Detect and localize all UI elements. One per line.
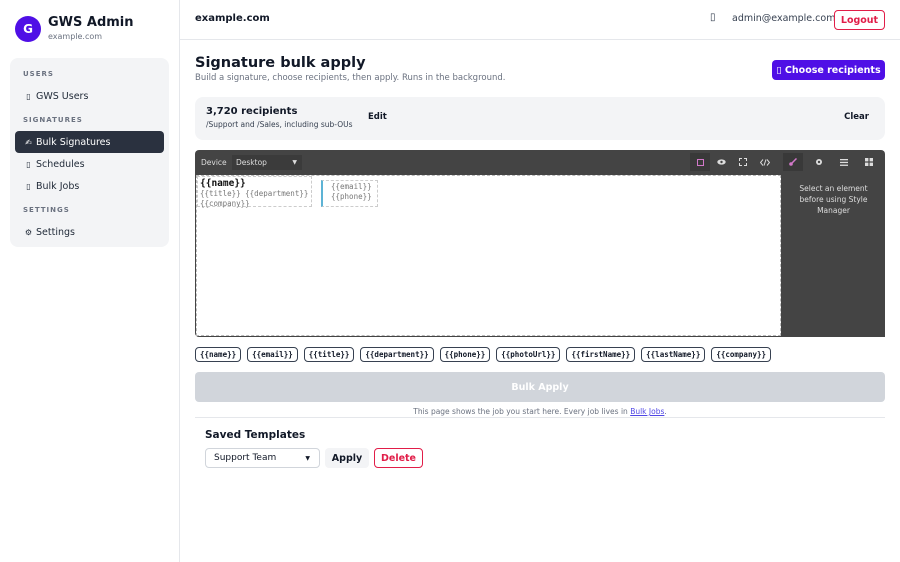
clear-recipients-button[interactable]: Clear [844,112,869,122]
choose-recipients-button[interactable]: ▯ Choose recipients [772,60,885,80]
sidebar-item-label: Settings [36,226,75,238]
divider [195,417,885,418]
signature-icon: ✍ [25,137,32,147]
signature-editor: Device Desktop ▼ {{name}} {{title}} {{de… [195,150,885,337]
bulk-jobs-link[interactable]: Bulk Jobs [630,407,664,416]
sidebar-item-settings[interactable]: ⚙ Settings [15,221,164,243]
brand-title: GWS Admin [48,15,134,30]
top-bar: example.com ▯ admin@example.com Logout [180,0,900,40]
user-email: admin@example.com [732,13,836,24]
brand-subtitle: example.com [48,32,103,41]
sidebar-item-label: Schedules [36,158,85,170]
sidebar-item-label: GWS Users [36,90,89,102]
page-subtitle: Build a signature, choose recipients, th… [195,73,506,83]
signature-left-cell[interactable]: {{name}} {{title}} {{department}} {{comp… [197,176,312,208]
editor-toolbar: Device Desktop ▼ [195,150,885,175]
fullscreen-icon[interactable] [733,153,753,171]
gear-icon: ⚙ [24,227,33,237]
style-manager-message: Select an element before using Style Man… [799,184,868,215]
layer-manager-icon[interactable] [834,153,854,171]
users-icon: ▯ [26,91,31,101]
signature-email: {{email}} [331,182,372,191]
bulk-apply-button[interactable]: Bulk Apply [195,372,885,402]
jobs-note-text: This page shows the job you start here. … [413,407,631,416]
nav-section-users: USERS [23,70,54,78]
signature-name: {{name}} [200,178,246,189]
recipient-scope: /Support and /Sales, including sub-OUs [206,120,353,129]
domain-label: example.com [195,13,270,24]
placeholder-chip[interactable]: {{photoUrl}} [496,347,561,362]
signature-right-cell[interactable]: {{email}} {{phone}} [321,180,378,207]
preview-eye-icon[interactable] [711,153,731,171]
placeholder-chip[interactable]: {{email}} [247,347,298,362]
brand: G GWS Admin example.com [15,15,134,43]
template-select[interactable]: Support Team ▼ [205,448,320,468]
recipient-count: 3,720 recipients [206,106,298,117]
nav-section-signatures: SIGNATURES [23,116,83,124]
notification-icon[interactable]: ▯ [710,12,716,23]
signature-phone: {{phone}} [331,192,372,201]
signature-title-department: {{title}} {{department}} [200,189,309,198]
placeholder-chip[interactable]: {{firstName}} [566,347,636,362]
sidebar-item-bulk-signatures[interactable]: ✍ Bulk Signatures [15,131,164,153]
apply-template-button[interactable]: Apply [325,448,369,468]
sidebar-item-label: Bulk Signatures [36,136,111,148]
recipients-card: 3,720 recipients /Support and /Sales, in… [195,97,885,140]
jobs-note-suffix: . [664,407,667,416]
calendar-icon: ▯ [26,159,31,169]
sidebar-nav: USERS ▯ GWS Users SIGNATURES ✍ Bulk Sign… [10,58,169,247]
placeholder-chip[interactable]: {{company}} [711,347,772,362]
placeholder-chip[interactable]: {{department}} [360,347,434,362]
sidebar-item-label: Bulk Jobs [36,180,80,192]
style-manager-panel: Select an element before using Style Man… [782,175,885,337]
page-title: Signature bulk apply [195,55,366,71]
device-value: Desktop [236,158,267,167]
editor-canvas[interactable]: {{name}} {{title}} {{department}} {{comp… [196,175,781,336]
sidebar: G GWS Admin example.com USERS ▯ GWS User… [0,0,180,562]
placeholder-chip[interactable]: {{lastName}} [641,347,706,362]
device-select[interactable]: Desktop ▼ [232,155,302,170]
code-icon[interactable] [755,153,775,171]
placeholder-chip[interactable]: {{title}} [303,347,355,362]
blocks-icon[interactable] [859,153,879,171]
jobs-note: This page shows the job you start here. … [195,407,885,416]
jobs-icon: ▯ [26,181,31,191]
avatar: G [15,16,41,42]
placeholder-chip[interactable]: {{name}} [195,347,242,362]
sidebar-item-bulk-jobs[interactable]: ▯ Bulk Jobs [15,175,164,197]
saved-templates-title: Saved Templates [205,429,306,441]
caret-down-icon: ▼ [305,454,310,462]
delete-template-button[interactable]: Delete [374,448,423,468]
sidebar-item-schedules[interactable]: ▯ Schedules [15,153,164,175]
style-manager-brush-icon[interactable] [783,153,803,171]
logout-button[interactable]: Logout [834,10,885,30]
caret-down-icon: ▼ [292,159,297,166]
sidebar-item-gws-users[interactable]: ▯ GWS Users [15,85,164,107]
template-select-value: Support Team [214,453,277,463]
nav-section-settings: SETTINGS [23,206,70,214]
sw-visibility-icon[interactable] [690,153,710,171]
edit-recipients-button[interactable]: Edit [368,112,387,122]
placeholder-chip[interactable]: {{phone}} [439,347,491,362]
device-label: Device [201,158,227,167]
placeholder-chips: {{name}} {{email}} {{title}} {{departmen… [195,347,772,362]
signature-company: {{company}} [200,199,250,208]
settings-gear-icon[interactable] [809,153,829,171]
